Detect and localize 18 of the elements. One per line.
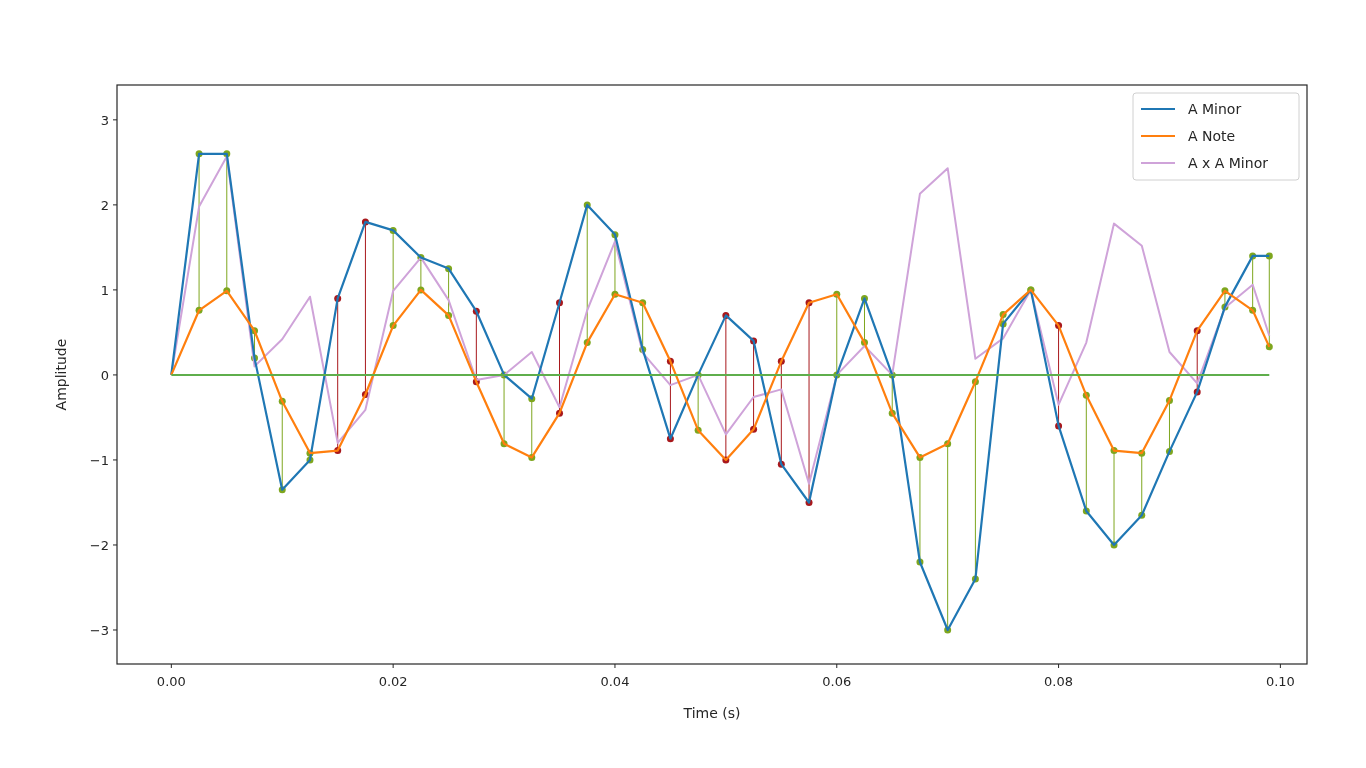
x-tick-label: 0.06 [822,674,852,689]
legend-label: A x A Minor [1188,155,1268,171]
x-tick-label: 0.02 [378,674,408,689]
y-tick-label: −3 [89,623,109,638]
y-tick-label: 2 [100,197,109,213]
legend-label: A Minor [1188,101,1242,117]
x-tick-label: 0.08 [1044,674,1074,689]
y-tick-label: −1 [89,452,109,468]
x-tick-label: 0.00 [156,674,186,689]
y-tick-label: −2 [89,537,109,553]
x-tick-label: 0.04 [600,674,630,689]
x-tick-label: 0.10 [1265,674,1295,689]
y-tick-label: 1 [100,282,109,298]
y-tick-label: 3 [100,112,109,128]
y-axis-label: Amplitude [53,338,69,411]
y-tick-label: 0 [100,367,109,383]
x-axis-label: Time (s) [683,705,741,721]
legend-label: A Note [1188,128,1236,144]
